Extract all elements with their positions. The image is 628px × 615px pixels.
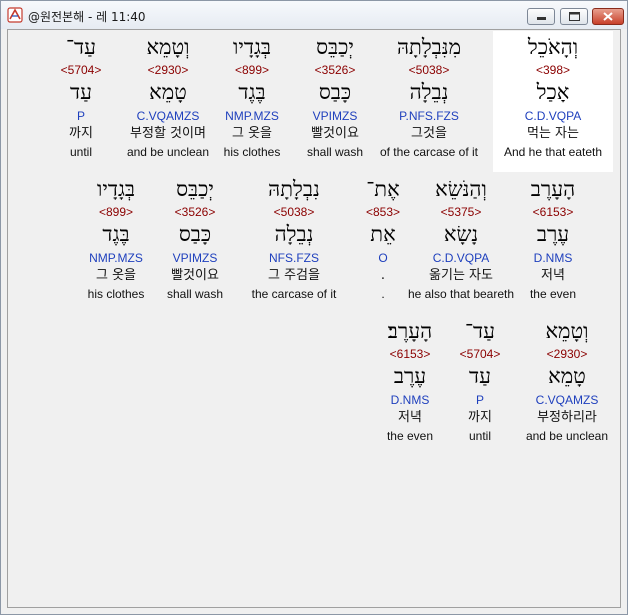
word-cell[interactable]: וְהָאֹכֵל <398> אָכַל C.D.VQPA 먹는 자는 And he t… <box>488 34 618 162</box>
maximize-button[interactable] <box>560 8 588 25</box>
parsing-code: NMP.MZS <box>89 251 143 265</box>
strongs-number: <398> <box>535 63 571 77</box>
strongs-number: <6153> <box>389 347 431 361</box>
close-button[interactable] <box>592 8 624 25</box>
word-cell[interactable]: הָעָרֶב׃ <6153> עֶרֶב D.NMS 저녁 the even <box>345 318 475 446</box>
word-cell[interactable]: בְּגָדָיו <899> בֶּגֶד NMP.MZS 그 옷을 his cloth… <box>51 176 181 304</box>
parsing-code: D.NMS <box>390 393 430 407</box>
parsing-code: C.D.VQPA <box>524 109 582 123</box>
hebrew-word: וְהָאֹכֵל <box>527 35 579 59</box>
interlinear-view[interactable]: וְהָאֹכֵל <398> אָכַל C.D.VQPA 먹는 자는 And he t… <box>7 29 621 608</box>
window-title: @원전본해 - 레 11:40 <box>28 10 146 24</box>
lexical-form: אָכַל <box>536 80 570 104</box>
app-icon[interactable] <box>7 7 23 23</box>
parsing-code: P <box>76 109 85 123</box>
lexical-form: עֶרֶב <box>393 364 427 388</box>
lexical-form: עַד <box>70 80 92 104</box>
hebrew-word: עַד־ <box>65 35 97 59</box>
english-gloss: until <box>69 145 92 159</box>
strongs-number: <899> <box>98 205 134 219</box>
word-cell[interactable]: עַד־ <5704> עַד P 까지 until <box>16 34 146 162</box>
app-window: @원전본해 - 레 11:40 וְהָאֹכֵל <398> אָכַל C.D.V… <box>0 0 628 615</box>
korean-gloss: 그 옷을 <box>95 268 136 283</box>
english-gloss: And he that eateth <box>503 145 603 159</box>
strongs-number: <5704> <box>60 63 102 77</box>
english-gloss: his clothes <box>87 287 145 301</box>
title-bar[interactable]: @원전본해 - 레 11:40 <box>1 1 627 29</box>
hebrew-word: הָעָרֶב׃ <box>387 319 433 343</box>
lexical-form: בֶּגֶד <box>102 222 130 246</box>
korean-gloss: 저녁 <box>398 410 422 425</box>
hebrew-word: בְּגָדָיו <box>96 177 136 201</box>
korean-gloss: 먹는 자는 <box>527 126 579 141</box>
minimize-button[interactable] <box>527 8 555 25</box>
korean-gloss: 까지 <box>69 126 93 141</box>
english-gloss: the even <box>386 429 434 443</box>
